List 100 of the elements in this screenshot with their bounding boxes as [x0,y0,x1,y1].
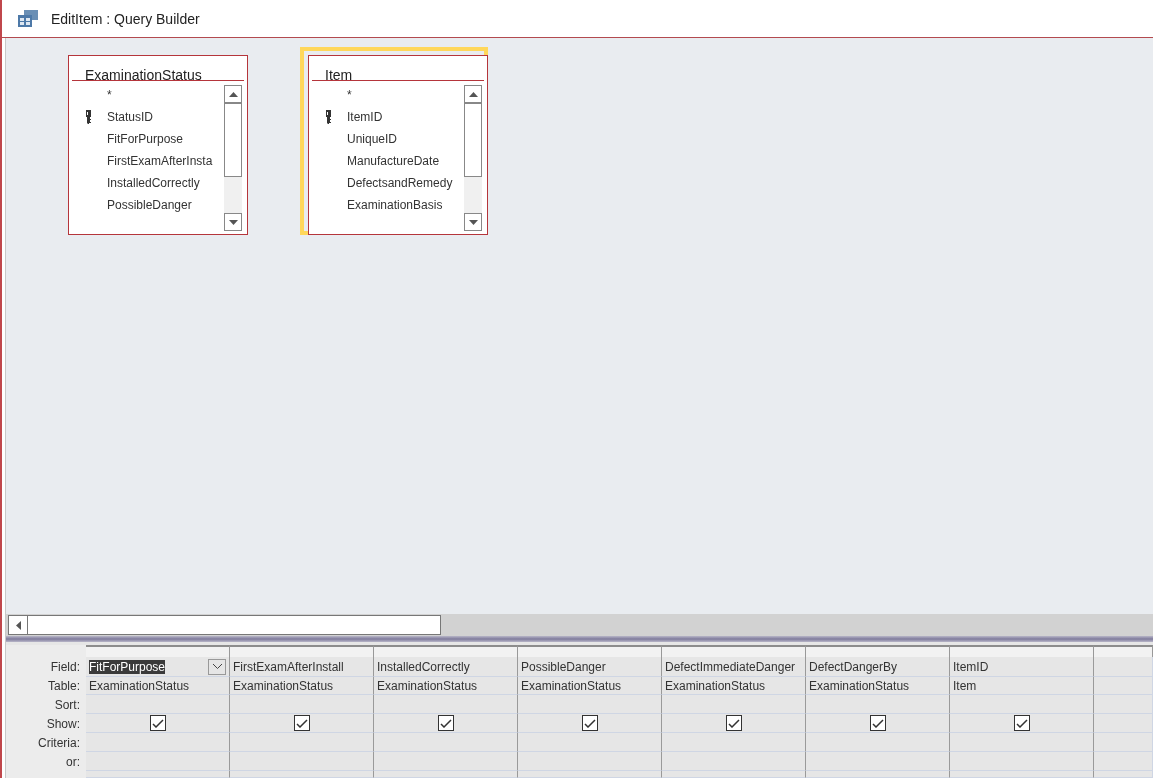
table-cell[interactable]: ExaminationStatus [86,677,230,695]
field-name[interactable]: DefectsandRemedy [347,176,453,190]
field-cell[interactable]: InstalledCorrectly [374,657,518,677]
grid-cell[interactable] [806,733,950,752]
grid-cell[interactable] [86,695,230,714]
grid-cell[interactable] [374,752,518,771]
grid-cell[interactable] [662,771,806,778]
scrollbar[interactable] [464,85,482,231]
grid-cell[interactable] [518,771,662,778]
dropdown-button[interactable] [208,658,226,675]
field-cell[interactable]: PossibleDanger [518,657,662,677]
field-name[interactable]: * [347,88,352,102]
grid-cell[interactable] [662,752,806,771]
query-icon [18,10,38,27]
grid-cell[interactable] [518,752,662,771]
show-cell[interactable] [518,714,662,733]
field-cell[interactable]: FirstExamAfterInstall [230,657,374,677]
field-cell[interactable]: DefectImmediateDanger [662,657,806,677]
grid-cell[interactable] [86,752,230,771]
show-checkbox[interactable] [725,715,742,731]
selected-field-text[interactable]: FitForPurpose [89,659,166,674]
horizontal-scrollbar[interactable] [6,614,1153,636]
field-cell[interactable]: ItemID [950,657,1094,677]
grid-cell[interactable] [1094,657,1153,677]
grid-cell[interactable] [518,695,662,714]
grid-cell[interactable] [374,695,518,714]
field-name[interactable]: PossibleDanger [107,198,192,212]
check-icon [727,718,740,728]
grid-cell[interactable] [1094,752,1153,771]
show-checkbox[interactable] [581,715,598,731]
table-cell[interactable]: ExaminationStatus [374,677,518,695]
show-cell[interactable] [86,714,230,733]
down-arrow-icon[interactable] [228,219,238,225]
grid-cell[interactable] [518,733,662,752]
column-selector[interactable] [518,645,662,657]
table-cell[interactable]: Item [950,677,1094,695]
grid-cell[interactable] [1094,677,1153,695]
grid-cell[interactable] [86,771,230,778]
column-selector[interactable] [806,645,950,657]
left-arrow-icon[interactable] [15,620,21,630]
grid-cell[interactable] [806,695,950,714]
grid-cell[interactable] [374,771,518,778]
grid-cell[interactable] [374,733,518,752]
grid-cell[interactable] [662,733,806,752]
grid-cell[interactable] [230,733,374,752]
grid-cell[interactable] [950,771,1094,778]
check-icon [439,718,452,728]
field-name[interactable]: ExaminationBasis [347,198,443,212]
field-name[interactable]: FirstExamAfterInsta [107,154,213,168]
grid-cell[interactable] [86,733,230,752]
table-cell[interactable]: ExaminationStatus [230,677,374,695]
grid-cell[interactable] [1094,695,1153,714]
grid-cell[interactable] [662,695,806,714]
field-name[interactable]: ItemID [347,110,383,124]
show-checkbox[interactable] [149,715,166,731]
check-icon [295,718,308,728]
grid-cell[interactable] [230,771,374,778]
column-selector[interactable] [1094,645,1153,657]
grid-cell[interactable] [1094,714,1153,733]
grid-cell[interactable] [230,695,374,714]
show-cell[interactable] [950,714,1094,733]
show-checkbox[interactable] [293,715,310,731]
grid-cell[interactable] [806,771,950,778]
field-cell[interactable]: DefectDangerBy [806,657,950,677]
scrollbar[interactable] [224,85,242,231]
check-icon [1015,718,1028,728]
down-arrow-icon[interactable] [468,219,478,225]
field-name[interactable]: InstalledCorrectly [107,176,200,190]
row-label: or: [6,752,86,771]
show-checkbox[interactable] [1013,715,1030,731]
column-selector[interactable] [374,645,518,657]
field-name[interactable]: UniqueID [347,132,398,146]
grid-cell[interactable] [230,752,374,771]
show-cell[interactable] [806,714,950,733]
table-cell[interactable]: ExaminationStatus [662,677,806,695]
show-cell[interactable] [662,714,806,733]
table-title: ExaminationStatus [72,56,244,81]
grid-cell[interactable] [806,752,950,771]
grid-cell[interactable] [950,695,1094,714]
column-selector[interactable] [950,645,1094,657]
field-name[interactable]: StatusID [107,110,154,124]
show-checkbox[interactable] [869,715,886,731]
row-label: Show: [6,714,86,733]
column-selector[interactable] [662,645,806,657]
grid-cell[interactable] [950,752,1094,771]
grid-cell[interactable] [950,733,1094,752]
field-list-window[interactable]: Item * ItemID UniqueID ManufactureDate DefectsandRemedy ExaminationBasis [300,47,488,235]
up-arrow-icon[interactable] [228,91,238,97]
grid-cell[interactable] [1094,771,1153,778]
field-name[interactable]: ManufactureDate [347,154,440,168]
table-cell[interactable]: ExaminationStatus [518,677,662,695]
field-name[interactable]: FitForPurpose [107,132,184,146]
show-checkbox[interactable] [437,715,454,731]
grid-cell[interactable] [1094,733,1153,752]
field-name[interactable]: * [107,88,112,102]
show-cell[interactable] [230,714,374,733]
table-cell[interactable]: ExaminationStatus [806,677,950,695]
show-cell[interactable] [374,714,518,733]
row-label: Field: [6,657,86,677]
up-arrow-icon[interactable] [468,91,478,97]
